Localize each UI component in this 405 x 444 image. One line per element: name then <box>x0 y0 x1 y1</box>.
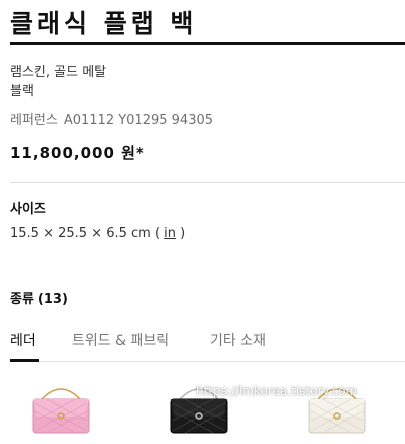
title-divider <box>10 42 405 45</box>
variants-heading: 종류 (13) <box>10 288 68 307</box>
product-price: 11,800,000 원* <box>10 144 145 162</box>
tab-other-materials[interactable]: 기타 소재 <box>210 330 266 350</box>
product-reference: 레퍼런스 A01112 Y01295 94305 <box>10 112 213 130</box>
product-color: 블랙 <box>10 84 34 99</box>
pink-bag-thumbnail[interactable] <box>30 377 92 444</box>
tab-leather[interactable]: 레더 <box>10 330 36 350</box>
watermark: https://lmkorea.tistory.com <box>196 384 358 398</box>
size-heading: 사이즈 <box>10 202 46 217</box>
variants-heading-label: 종류 <box>10 292 34 307</box>
size-dimensions: 15.5 × 25.5 × 6.5 cm ( in ) <box>10 226 185 241</box>
variants-count: (13) <box>37 292 68 307</box>
product-material: 램스킨, 골드 메탈 <box>10 65 107 80</box>
size-dimensions-close: ) <box>176 226 186 241</box>
tab-tweed-fabric[interactable]: 트위드 & 패브릭 <box>72 330 169 350</box>
inch-unit-link[interactable]: in <box>164 226 176 241</box>
reference-label: 레퍼런스 <box>10 113 58 128</box>
active-tab-indicator <box>10 359 39 362</box>
product-title: 클래식 플랩 백 <box>10 9 198 38</box>
size-dimensions-text: 15.5 × 25.5 × 6.5 cm ( <box>10 226 165 241</box>
reference-code: A01112 Y01295 94305 <box>63 113 214 128</box>
product-detail-page: 클래식 플랩 백 램스킨, 골드 메탈 블랙 레퍼런스 A01112 Y01295… <box>0 0 405 444</box>
material-tabs: 레더 트위드 & 패브릭 기타 소재 <box>10 326 405 362</box>
section-divider <box>10 182 405 183</box>
